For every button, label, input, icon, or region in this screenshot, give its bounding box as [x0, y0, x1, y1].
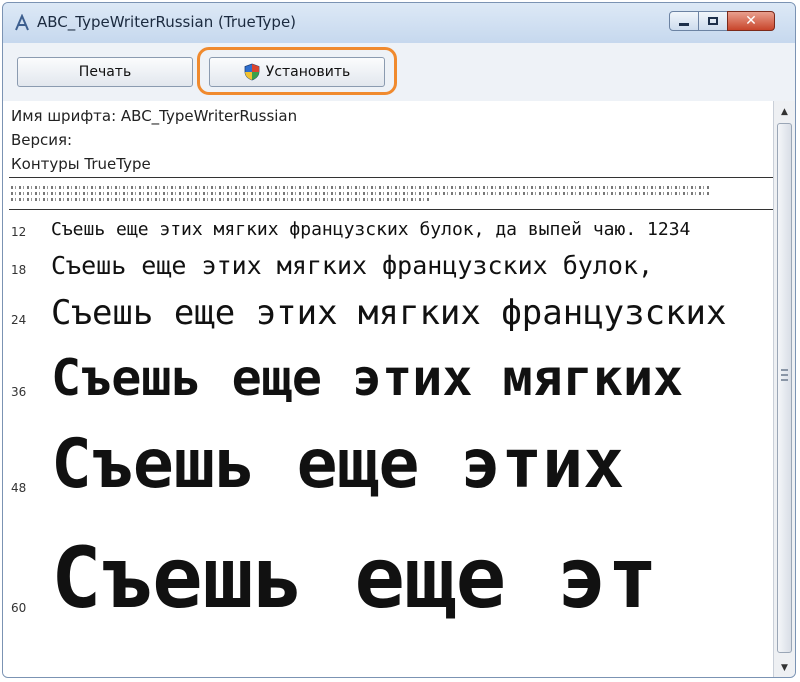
sample-row-60: 60 Съешь еще эт — [3, 527, 773, 677]
window-title: ABC_TypeWriterRussian (TrueType) — [37, 13, 297, 31]
install-button[interactable]: Установить — [209, 57, 385, 87]
print-button[interactable]: Печать — [17, 57, 193, 87]
sample-size-label: 12 — [11, 225, 27, 239]
sample-text: Съешь еще этих — [51, 425, 625, 504]
sample-text: Съешь еще этих мягких французских — [51, 293, 727, 333]
sample-text: Съешь еще этих мягких французских булок, — [51, 251, 654, 280]
sample-size-label: 36 — [11, 385, 27, 399]
sample-text: Съешь еще этих мягких французских булок,… — [51, 219, 691, 240]
maximize-button[interactable] — [698, 11, 728, 31]
sample-row-36: 36 Съешь еще этих мягких — [3, 347, 773, 427]
divider-top — [9, 177, 773, 178]
install-button-label: Установить — [265, 64, 351, 80]
sample-text: Съешь еще эт — [51, 529, 658, 627]
outline-type-text: Контуры TrueType — [11, 155, 151, 173]
character-set-preview — [11, 183, 711, 204]
minimize-button[interactable] — [669, 11, 699, 31]
vertical-scrollbar[interactable]: ▲ ▼ — [773, 101, 795, 677]
sample-size-label: 48 — [11, 481, 27, 495]
sample-size-label: 24 — [11, 313, 27, 327]
grip-icon — [781, 369, 788, 381]
close-button[interactable]: ✕ — [727, 11, 775, 31]
scrollbar-thumb[interactable] — [777, 123, 792, 653]
font-preview-pane: Имя шрифта: ABC_TypeWriterRussian Версия… — [3, 101, 773, 677]
sample-size-label: 18 — [11, 263, 27, 277]
sample-text: Съешь еще этих мягких — [51, 349, 684, 407]
minimize-icon — [679, 22, 689, 26]
title-bar[interactable]: ABC_TypeWriterRussian (TrueType) ✕ — [3, 3, 795, 43]
print-button-label: Печать — [78, 64, 132, 80]
uac-shield-icon — [244, 63, 260, 81]
maximize-icon — [708, 17, 718, 25]
font-app-icon — [15, 14, 29, 31]
close-icon: ✕ — [745, 13, 757, 29]
scroll-up-arrow-icon[interactable]: ▲ — [776, 103, 793, 121]
toolbar: Печать Установить — [3, 43, 795, 102]
font-name-text: Имя шрифта: ABC_TypeWriterRussian — [11, 107, 298, 125]
font-viewer-window: ABC_TypeWriterRussian (TrueType) ✕ Печат… — [2, 2, 796, 678]
sample-row-48: 48 Съешь еще этих — [3, 423, 773, 533]
scroll-down-arrow-icon[interactable]: ▼ — [776, 659, 793, 677]
divider-bottom — [9, 209, 773, 210]
version-text: Версия: — [11, 131, 73, 149]
sample-size-label: 60 — [11, 601, 27, 615]
